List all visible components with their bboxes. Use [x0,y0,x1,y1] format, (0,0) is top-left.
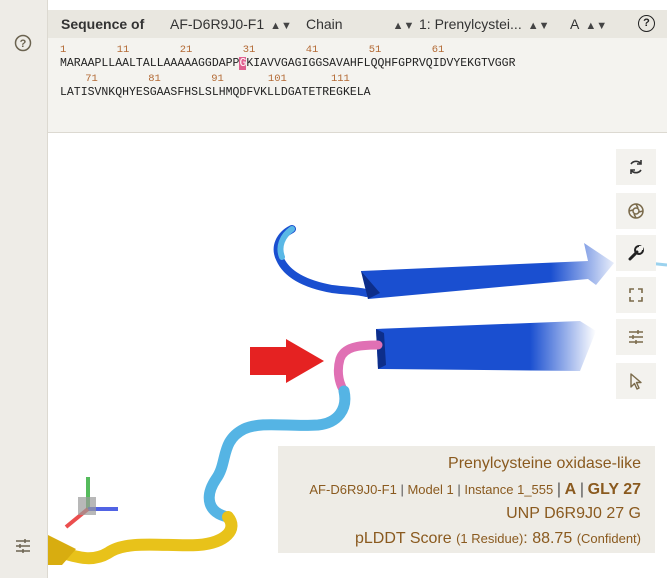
sort-arrows-icon: ▲▼ [585,20,608,32]
sort-arrows-icon: ▲▼ [392,20,415,32]
help-circle-icon[interactable]: ? [638,15,655,32]
mode-select[interactable]: Chain ▲▼ [306,16,414,32]
sort-arrows-icon: ▲▼ [270,20,292,32]
beta-strand-lower [376,321,596,371]
options-sliders-icon[interactable] [13,536,33,556]
residue-label: GLY 27 [587,481,641,498]
sequence-header: Sequence of AF-D6R9J0-F1 ▲▼ Chain ▲▼ 1: Pr… [48,10,667,38]
beta-strand-upper [273,225,614,299]
help-icon[interactable]: ? [13,33,33,53]
wrench-icon [628,245,644,261]
sort-arrows-icon: ▲▼ [527,20,550,32]
entry-id: AF-D6R9J0-F1 [309,482,397,497]
plddt-line: pLDDT Score (1 Residue): 88.75 (Confiden… [355,530,641,547]
sliders-icon [629,330,643,344]
coil-yellow [48,511,238,565]
screenshot-button[interactable] [616,193,656,229]
highlighted-residue-cartoon[interactable] [333,340,383,396]
red-pointer-arrow [250,339,324,383]
sequence-lines: 1 11 21 31 41 51 61 MARAAPLLAALTALLAAAAA… [60,44,516,102]
sequence-numbers-row2: 71 81 91 101 111 [60,73,350,85]
entity-select-value: 1: Prenylcystei... [419,16,522,32]
reset-camera-icon [630,160,642,174]
bottom-strip [48,565,667,578]
cursor-arrow-icon [630,373,642,390]
sequence-title: Sequence of [61,16,145,32]
selection-mode-button[interactable] [616,363,656,399]
entry-select-value: AF-D6R9J0-F1 [170,16,265,32]
sequence-segment[interactable]: KIAVVGAGIGGSAVAHFLQQHFGPRVQIDVYEKGTVGGR [246,57,515,70]
residue-info-box: Prenylcysteine oxidase-like AF-D6R9J0-F1… [278,446,655,553]
sequence-segment[interactable]: MARAAPLLAALTALLAAAAAGGDAPP [60,57,239,70]
plddt-value: 88.75 [532,530,573,547]
unp-label: UNP D6R9J0 27 G [506,505,641,522]
sequence-panel: Sequence of AF-D6R9J0-F1 ▲▼ Chain ▲▼ 1: Pr… [48,10,667,133]
fullscreen-button[interactable] [616,277,656,313]
reset-camera-button[interactable] [616,149,656,185]
structure-viewer[interactable]: Prenylcysteine oxidase-like AF-D6R9J0-F1… [48,133,667,565]
instance-label: Instance 1_555 [464,482,554,497]
chain-label: A [564,481,577,498]
sequence-numbers-row1: 1 11 21 31 41 51 61 [60,44,445,56]
svg-text:?: ? [20,38,27,50]
entry-select[interactable]: AF-D6R9J0-F1 ▲▼ [170,16,292,32]
camera-shutter-icon [628,203,644,219]
chain-select-value: A [570,16,580,32]
fullscreen-icon [629,288,643,302]
plddt-label: pLDDT Score [355,530,452,547]
plddt-count: (1 Residue) [456,531,524,546]
sequence-row1[interactable]: MARAAPLLAALTALLAAAAAGGDAPPGKIAVVGAGIGGSA… [60,57,516,73]
protein-name: Prenylcysteine oxidase-like [448,455,641,472]
chain-select[interactable]: A ▲▼ [570,16,607,32]
controls-button[interactable] [616,319,656,355]
settings-button[interactable] [616,235,656,271]
plddt-confidence: (Confident) [576,531,641,546]
mode-select-value: Chain [306,16,343,32]
sequence-row2[interactable]: LATISVNKQHYESGAASFHSLSLHMQDFVKLLDGATETRE… [60,86,516,102]
residue-path: AF-D6R9J0-F1 | Model 1 | Instance 1_555 … [309,481,641,498]
entity-select[interactable]: 1: Prenylcystei... ▲▼ [419,16,549,32]
left-rail: ? [0,0,48,578]
axes-gizmo[interactable] [64,477,118,529]
model-label: Model 1 [407,482,454,497]
